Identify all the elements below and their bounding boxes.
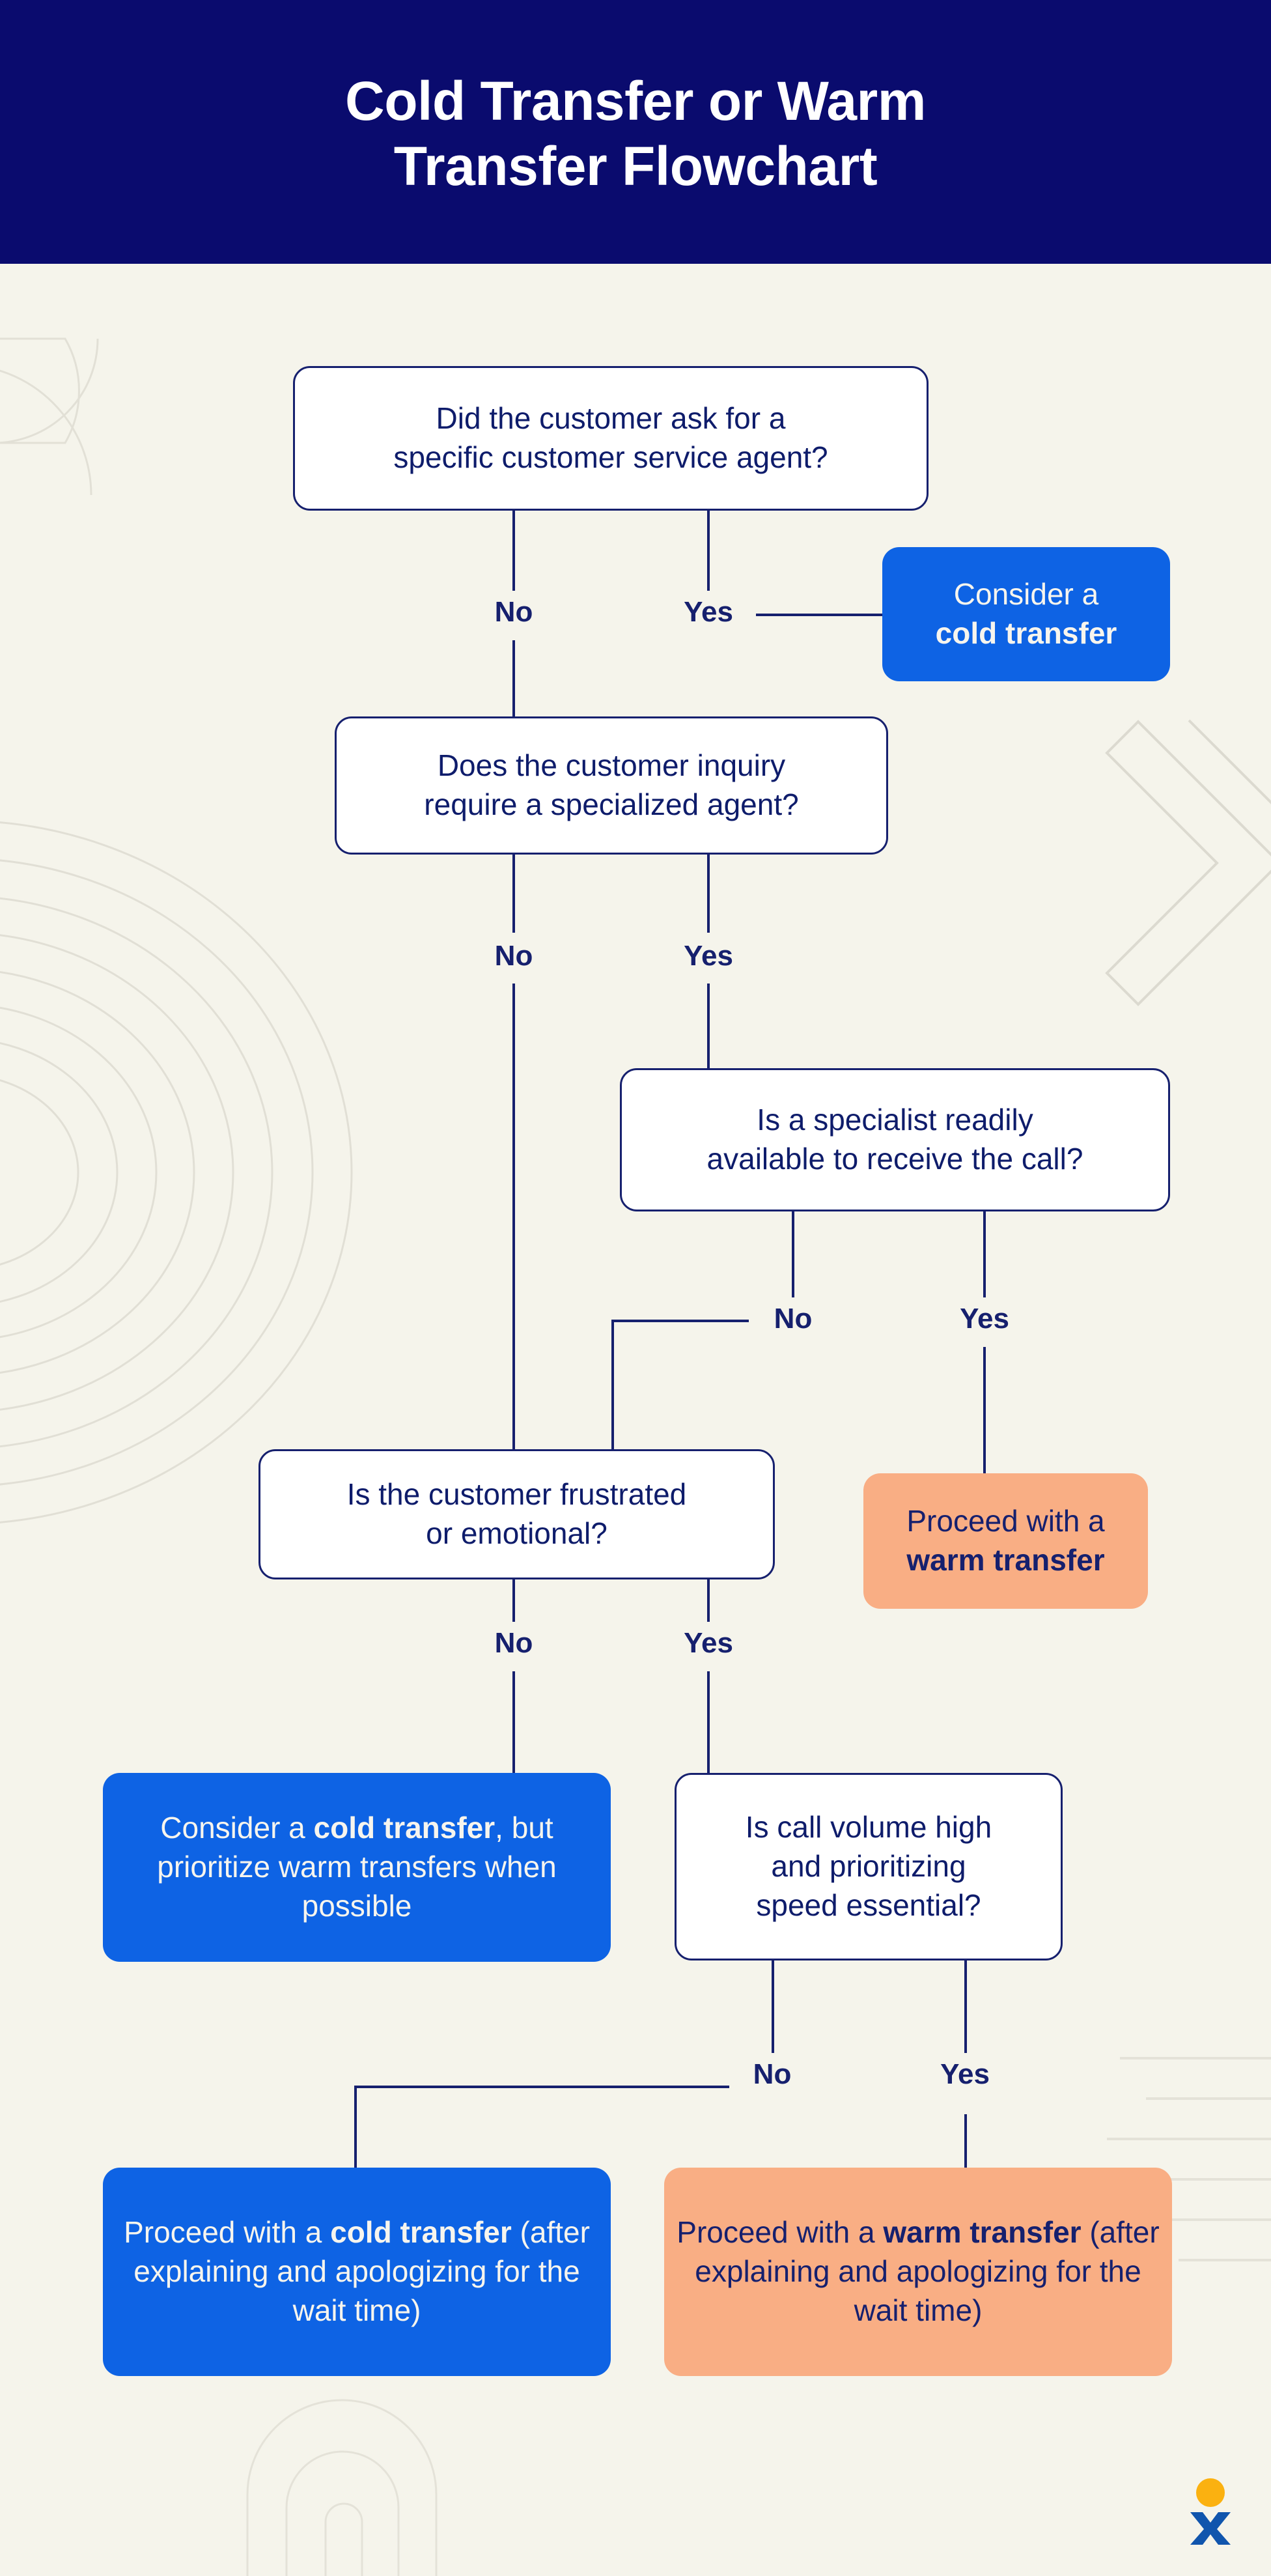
decision-node-q2[interactable]: Does the customer inquiry require a spec… xyxy=(335,716,888,855)
page-title-line-2: Transfer Flowchart xyxy=(393,135,878,197)
page-header: Cold Transfer or Warm Transfer Flowchart xyxy=(0,0,1271,264)
result-node-warm-transfer-1[interactable]: Proceed with a warm transfer xyxy=(863,1473,1148,1609)
branch-label-q1-no: No xyxy=(475,596,553,629)
q4-line-1: Is the customer frustrated xyxy=(346,1477,687,1512)
page-title: Cold Transfer or Warm Transfer Flowchart xyxy=(345,65,926,198)
q2-yes-text: Yes xyxy=(684,940,733,972)
page-title-line-1: Cold Transfer or Warm xyxy=(345,70,926,132)
q5-line-1: Is call volume high xyxy=(745,1810,992,1845)
branch-label-q3-no: No xyxy=(754,1303,832,1335)
result-node-cold-transfer-prioritize[interactable]: Consider a cold transfer, but prioritize… xyxy=(103,1773,611,1962)
q1-yes-text: Yes xyxy=(684,596,733,628)
branch-label-q4-yes: Yes xyxy=(663,1627,754,1660)
q2-line-1: Does the customer inquiry xyxy=(437,748,786,783)
branch-label-q1-yes: Yes xyxy=(663,596,754,629)
q2-line-2: require a specialized agent? xyxy=(424,787,799,821)
result-node-warm-transfer-final[interactable]: Proceed with a warm transfer (after expl… xyxy=(664,2168,1172,2376)
infographic-page: Cold Transfer or Warm Transfer Flowchart… xyxy=(0,0,1271,2576)
q5-yes-text: Yes xyxy=(940,2058,990,2090)
r1-line-1: Consider a xyxy=(953,577,1099,612)
branch-label-q2-yes: Yes xyxy=(663,940,754,972)
q1-line-2: specific customer service agent? xyxy=(393,440,828,474)
branch-label-q5-yes: Yes xyxy=(919,2058,1011,2091)
r2-line-2-bold: warm transfer xyxy=(906,1543,1105,1577)
branch-label-q5-no: No xyxy=(733,2058,811,2091)
logo-circle-icon xyxy=(1196,2478,1225,2507)
q3-line-2: available to receive the call? xyxy=(706,1142,1083,1176)
q3-yes-text: Yes xyxy=(960,1303,1009,1335)
decision-node-q3[interactable]: Is a specialist readily available to rec… xyxy=(620,1068,1170,1211)
q4-line-2: or emotional? xyxy=(426,1516,608,1550)
flowchart: Did the customer ask for a specific cust… xyxy=(0,0,1271,2576)
r4-part-2-bold: cold transfer xyxy=(330,2215,512,2250)
q5-line-2: and prioritizing xyxy=(771,1849,966,1884)
q3-line-1: Is a specialist readily xyxy=(757,1103,1033,1137)
branch-label-q2-no: No xyxy=(475,940,553,972)
r2-line-1: Proceed with a xyxy=(906,1504,1105,1538)
q2-no-text: No xyxy=(494,940,533,972)
r1-line-2-bold: cold transfer xyxy=(935,616,1117,650)
decision-node-q1[interactable]: Did the customer ask for a specific cust… xyxy=(293,366,929,511)
q1-line-1: Did the customer ask for a xyxy=(436,401,786,436)
brand-logo xyxy=(1190,2478,1231,2545)
r5-part-2-bold: warm transfer xyxy=(883,2215,1082,2250)
r3-part-1: Consider a xyxy=(160,1811,314,1845)
logo-x-icon xyxy=(1190,2512,1231,2545)
result-node-cold-transfer-final[interactable]: Proceed with a cold transfer (after expl… xyxy=(103,2168,611,2376)
decision-node-q4[interactable]: Is the customer frustrated or emotional? xyxy=(258,1449,775,1579)
q3-no-text: No xyxy=(774,1303,813,1335)
q4-no-text: No xyxy=(494,1627,533,1659)
q5-no-text: No xyxy=(753,2058,792,2090)
result-node-cold-transfer-1[interactable]: Consider a cold transfer xyxy=(882,547,1170,681)
q4-yes-text: Yes xyxy=(684,1627,733,1659)
branch-label-q3-yes: Yes xyxy=(939,1303,1030,1335)
r5-part-1: Proceed with a xyxy=(677,2215,884,2250)
q1-no-text: No xyxy=(494,596,533,628)
r4-part-1: Proceed with a xyxy=(124,2215,331,2250)
branch-label-q4-no: No xyxy=(475,1627,553,1660)
r3-part-2-bold: cold transfer xyxy=(313,1811,496,1845)
q5-line-3: speed essential? xyxy=(756,1888,981,1922)
decision-node-q5[interactable]: Is call volume high and prioritizing spe… xyxy=(675,1773,1063,1960)
